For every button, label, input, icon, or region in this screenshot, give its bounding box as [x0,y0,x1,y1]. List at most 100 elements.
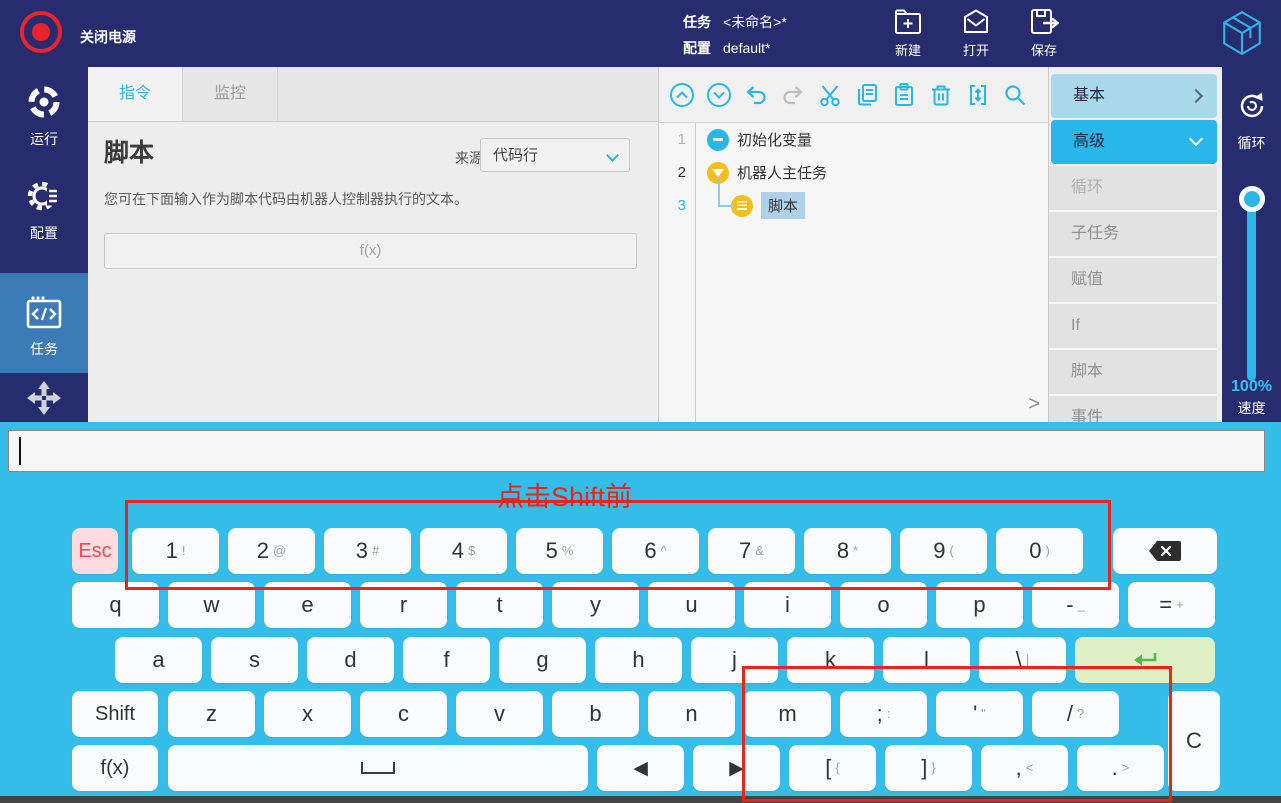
insert-icon[interactable] [965,82,991,108]
key-o[interactable]: o [840,582,927,628]
key-z[interactable]: z [168,691,255,737]
key-l[interactable]: l [883,637,970,683]
key-g[interactable]: g [499,637,586,683]
key-arrow-left[interactable]: ◀ [597,745,684,791]
key-c[interactable]: c [360,691,447,737]
command-item-if[interactable]: If [1049,304,1217,350]
key-p[interactable]: p [936,582,1023,628]
key-4[interactable]: 4$ [420,528,507,574]
tab-monitor[interactable]: 监控 [183,67,278,121]
key-7[interactable]: 7& [708,528,795,574]
redo-icon[interactable] [780,82,806,108]
key-n[interactable]: n [648,691,735,737]
key-slash[interactable]: /? [1032,691,1119,737]
panel-expand-handle[interactable]: > [1028,393,1040,416]
tree-node-init-vars[interactable]: 1 初始化变量 [659,123,1048,156]
power-button[interactable] [20,11,62,53]
cut-icon[interactable] [817,82,843,108]
key-h[interactable]: h [595,637,682,683]
key-8[interactable]: 8* [804,528,891,574]
speed-slider-thumb[interactable] [1239,186,1265,212]
key-period[interactable]: .> [1077,745,1164,791]
save-button[interactable]: 保存 [1029,7,1059,59]
key-r[interactable]: r [360,582,447,628]
key-3[interactable]: 3# [324,528,411,574]
key-semicolon[interactable]: ;: [840,691,927,737]
key-bracket-left[interactable]: [{ [789,745,876,791]
speed-slider-track[interactable] [1247,195,1256,381]
key-main-char: [ [825,755,831,781]
key-main-char: p [973,592,985,618]
command-item-loop[interactable]: 循环 [1049,166,1217,212]
keyboard-text-input[interactable] [8,430,1265,472]
key-a[interactable]: a [115,637,202,683]
key-1[interactable]: 1! [132,528,219,574]
tree-node-script[interactable]: 3 脚本 [659,189,1048,222]
key-m[interactable]: m [744,691,831,737]
sidebar-item-run[interactable]: 运行 [0,83,88,149]
key-2[interactable]: 2@ [228,528,315,574]
line-number: 2 [659,164,695,181]
key-shift-char: % [562,543,574,558]
command-item-subtask[interactable]: 子任务 [1049,212,1217,258]
key-u[interactable]: u [648,582,735,628]
group-basic[interactable]: 基本 [1051,74,1217,118]
move-up-icon[interactable] [669,82,695,108]
key-y[interactable]: y [552,582,639,628]
new-button[interactable]: 新建 [893,7,923,59]
search-icon[interactable] [1002,82,1028,108]
key-9[interactable]: 9( [900,528,987,574]
key-comma[interactable]: ,< [981,745,1068,791]
move-down-icon[interactable] [706,82,732,108]
key-i[interactable]: i [744,582,831,628]
key-minus[interactable]: -_ [1032,582,1119,628]
command-item-script[interactable]: 脚本 [1049,350,1217,396]
key-main-char: i [785,592,790,618]
key-shift[interactable]: Shift [72,691,158,737]
command-item-assignment[interactable]: 赋值 [1049,258,1217,304]
command-item-event[interactable]: 事件 [1049,396,1217,422]
key-b[interactable]: b [552,691,639,737]
group-advanced[interactable]: 高级 [1051,120,1217,164]
sidebar-item-task[interactable]: 任务 [0,295,88,359]
sidebar-item-move[interactable] [0,379,88,422]
open-button[interactable]: 打开 [961,7,991,59]
tab-instruction[interactable]: 指令 [88,67,183,121]
key-5[interactable]: 5% [516,528,603,574]
key-s[interactable]: s [211,637,298,683]
key-d[interactable]: d [307,637,394,683]
key-t[interactable]: t [456,582,543,628]
key-j[interactable]: j [691,637,778,683]
key-main-char: , [1016,755,1022,781]
key-arrow-right[interactable]: ▶ [693,745,780,791]
key-backspace[interactable] [1113,528,1217,574]
source-select[interactable]: 代码行 [480,138,630,172]
key-space[interactable] [168,745,588,791]
key-enter[interactable] [1075,637,1215,683]
key-quote[interactable]: '" [936,691,1023,737]
copy-icon[interactable] [854,82,880,108]
tree-node-label: 机器人主任务 [737,162,827,183]
key-e[interactable]: e [264,582,351,628]
key-f[interactable]: f [403,637,490,683]
paste-icon[interactable] [891,82,917,108]
key-w[interactable]: w [168,582,255,628]
script-code-input[interactable]: f(x) [104,233,637,269]
key-x[interactable]: x [264,691,351,737]
loop-icon[interactable] [1235,89,1269,128]
task-name: <未命名>* [723,14,787,30]
sidebar-item-config[interactable]: 配置 [0,177,88,243]
key-fx[interactable]: f(x) [72,745,158,791]
key-bracket-right[interactable]: ]} [885,745,972,791]
key-k[interactable]: k [787,637,874,683]
key-0[interactable]: 0) [996,528,1083,574]
key-v[interactable]: v [456,691,543,737]
key-equals[interactable]: =+ [1128,582,1215,628]
key-q[interactable]: q [72,582,159,628]
undo-icon[interactable] [743,82,769,108]
delete-icon[interactable] [928,82,954,108]
key-6[interactable]: 6^ [612,528,699,574]
key-backslash[interactable]: \| [979,637,1066,683]
key-c-tall[interactable]: C [1168,691,1220,791]
key-esc[interactable]: Esc [72,528,118,574]
